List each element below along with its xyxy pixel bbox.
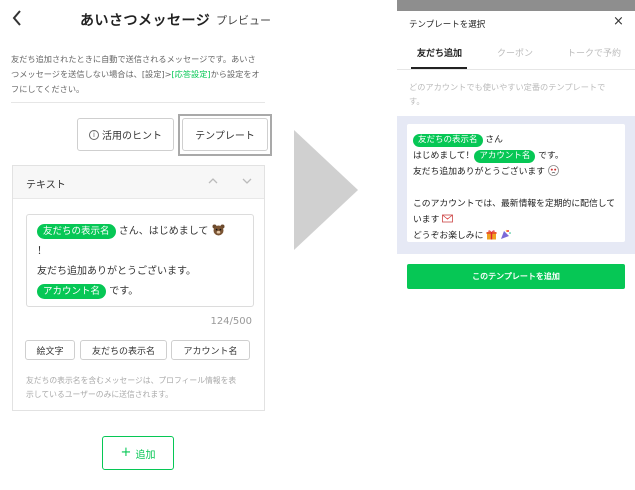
template-account-name-token: アカウント名 [474,150,536,163]
chevron-down-icon[interactable] [241,175,253,187]
message-text-2: ！ [37,246,47,257]
template-thanks: 友だち追加ありがとうございます [413,167,545,177]
note-text: 友だちの表示名を含むメッセージは、プロフィール情報を表 示しているユーザーのみに… [26,374,256,402]
flow-arrow-icon [294,130,358,250]
message-text-area[interactable]: 友だちの表示名 さん、はじめまして ！ 友だち追加ありがとうございます。 アカウ… [26,214,254,307]
template-info-line1: このアカウントでは、最新情報を定期的に配信して [413,199,616,209]
add-template-label: このテンプレートを追加 [472,272,560,281]
description-line2b: から設定をオ [210,69,260,79]
card-header: テキスト [13,166,264,199]
description-text: 友だち追加されたときに自動で送信されるメッセージです。あいさ つメッセージを送信… [11,52,269,97]
description-line1: 友だち追加されたときに自動で送信されるメッセージです。あいさ [11,54,256,64]
bear-emoji-icon [212,224,225,236]
usage-hint-label: 活用のヒント [102,131,162,142]
template-button-label: テンプレート [195,131,255,142]
account-name-chip-label: アカウント名 [183,346,238,357]
template-info-line2: います [413,215,440,225]
template-desu: です。 [535,151,564,161]
dialog-header: テンプレートを選択 × [397,11,635,37]
description-line3: フにしてください。 [11,84,85,94]
envelope-emoji-icon [442,214,454,223]
greeting-message-editor: あいさつメッセージ プレビュー 友だち追加されたときに自動で送信されるメッセージ… [0,0,277,490]
account-name-token[interactable]: アカウント名 [37,284,107,299]
close-icon[interactable]: × [613,14,624,29]
template-button[interactable]: テンプレート [182,118,268,151]
template-tabs: 友だち追加 クーポン トークで予約 [397,40,635,70]
back-chevron-icon[interactable] [10,8,30,30]
text-message-card: テキスト 友だちの表示名 さん、はじめまして ！ 友だち追加ありがとうございます… [12,165,265,411]
tab-coupon[interactable]: クーポン [497,46,533,59]
template-description-line2: す。 [409,96,425,106]
tab-friend-add[interactable]: 友だち追加 [417,46,462,59]
usage-hint-button[interactable]: i 活用のヒント [77,118,174,151]
page-title: あいさつメッセージ [80,13,211,29]
pleading-emoji-icon [547,165,559,176]
template-description-line1: どのアカウントでも使いやすい定番のテンプレートで [409,82,606,92]
add-template-button[interactable]: このテンプレートを追加 [407,264,625,289]
plus-icon: + [120,445,132,460]
dialog-title: テンプレートを選択 [409,20,486,30]
display-name-token[interactable]: 友だちの表示名 [37,224,116,239]
display-name-chip[interactable]: 友だちの表示名 [80,340,167,360]
account-name-chip[interactable]: アカウント名 [171,340,250,360]
description-line2a: つメッセージを送信しない場合は、[設定]> [11,69,172,79]
tab-talk-reservation[interactable]: トークで予約 [567,46,621,59]
template-preview-card[interactable]: 友だちの表示名 さん はじめまして！ アカウント名 です。 友だち追加ありがとうご… [407,124,625,242]
template-display-name-token: 友だちの表示名 [413,134,483,147]
header: あいさつメッセージ プレビュー [0,0,277,40]
add-button-label: 追加 [135,449,156,461]
response-settings-link[interactable]: [応答設定] [171,69,210,79]
template-greeting: はじめまして！ [413,151,475,161]
note-line2: 示しているユーザーのみに送信されます。 [26,390,173,399]
template-enjoy: どうぞお楽しみに [413,231,484,241]
gift-emoji-icon [486,230,497,240]
dim-overlay [397,0,635,11]
active-tab-indicator [411,67,467,69]
emoji-chip[interactable]: 絵文字 [25,340,75,360]
preview-link[interactable]: プレビュー [216,12,271,28]
note-line1: 友だちの表示名を含むメッセージは、プロフィール情報を表 [26,376,237,385]
divider [11,102,265,103]
chevron-up-icon[interactable] [207,175,219,187]
template-san: さん [482,135,503,145]
message-text-4: です。 [106,286,139,297]
template-select-dialog: テンプレートを選択 × 友だち追加 クーポン トークで予約 どのアカウントでも使… [397,0,635,490]
party-emoji-icon [500,229,511,239]
display-name-chip-label: 友だちの表示名 [91,346,155,357]
message-text-3: 友だち追加ありがとうございます。 [37,266,196,277]
emoji-chip-label: 絵文字 [36,346,64,357]
info-circle-icon: i [89,129,99,140]
message-text-1: さん、はじめまして [115,226,209,237]
section-label: テキスト [26,180,66,191]
template-description: どのアカウントでも使いやすい定番のテンプレートで す。 [409,80,629,108]
character-counter: 124/500 [210,316,252,327]
add-button[interactable]: + 追加 [102,436,174,470]
